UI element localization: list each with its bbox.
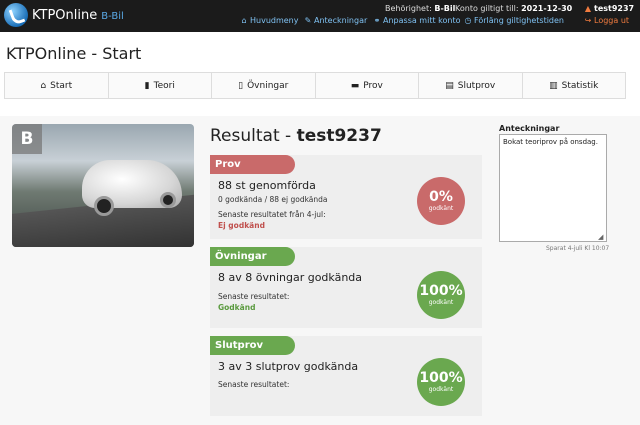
- prov-card: Prov 88 st genomförda 0 godkända / 88 ej…: [210, 155, 482, 239]
- ovningar-latest-status: Godkänd: [218, 303, 256, 312]
- edit-icon: ✎: [304, 16, 312, 25]
- behorighet-label: Behörighet:: [385, 4, 432, 13]
- brand-sub: B-Bil: [101, 11, 124, 22]
- result-title: Resultat - test9237: [210, 126, 382, 146]
- main-tabs: ⌂ Start ▮ Teori ▯ Övningar ▬ Prov ▤ Slutprov …: [4, 72, 626, 99]
- car-image: B: [12, 124, 194, 247]
- prov-count: 88 st genomförda: [218, 179, 316, 192]
- tab-teori[interactable]: ▮ Teori: [109, 73, 212, 98]
- ovningar-header[interactable]: Övningar: [210, 247, 295, 266]
- konto-value: 2021-12-30: [521, 4, 573, 13]
- konto-label: Konto giltigt till:: [455, 4, 519, 13]
- tab-start[interactable]: ⌂ Start: [5, 73, 109, 98]
- slutprov-latest-label: Senaste resultatet:: [218, 380, 290, 389]
- brand-name: KTPOnline: [32, 8, 98, 23]
- prov-header[interactable]: Prov: [210, 155, 295, 174]
- brand[interactable]: KTPOnline B-Bil: [32, 8, 124, 23]
- book-icon: ▮: [144, 80, 150, 91]
- result-prefix: Resultat -: [210, 126, 297, 146]
- anpassa-label: Anpassa mitt konto: [383, 16, 461, 25]
- prov-breakdown: 0 godkända / 88 ej godkända: [218, 195, 328, 204]
- prov-percent: 0%: [429, 189, 453, 205]
- ovningar-card: Övningar 8 av 8 övningar godkända Senast…: [210, 247, 482, 328]
- prov-latest-label: Senaste resultatet från 4-jul:: [218, 210, 326, 219]
- konto-info: Konto giltigt till: 2021-12-30: [455, 4, 572, 13]
- tab-teori-label: Teori: [153, 80, 175, 91]
- home-icon: ⌂: [241, 16, 247, 25]
- anpassa-link[interactable]: ⚭ Anpassa mitt konto: [373, 16, 461, 25]
- result-user: test9237: [296, 126, 382, 146]
- slutprov-percent-label: godkänt: [428, 386, 454, 393]
- logout-label: Logga ut: [594, 16, 630, 25]
- tab-statistik-label: Statistik: [561, 80, 599, 91]
- car-wheel: [94, 196, 114, 216]
- ktponline-logo-icon[interactable]: [4, 3, 28, 27]
- slutprov-header[interactable]: Slutprov: [210, 336, 295, 355]
- slutprov-count: 3 av 3 slutprov godkända: [218, 360, 359, 373]
- ovningar-percent-label: godkänt: [428, 299, 454, 306]
- slutprov-card: Slutprov 3 av 3 slutprov godkända Senast…: [210, 336, 482, 416]
- prov-latest-status: Ej godkänd: [218, 221, 265, 230]
- anteckningar-link[interactable]: ✎ Anteckningar: [304, 16, 368, 25]
- tab-start-label: Start: [50, 80, 73, 91]
- behorighet-info: Behörighet: B-Bil: [385, 4, 455, 13]
- huvudmeny-link[interactable]: ⌂ Huvudmeny: [240, 16, 299, 25]
- prov-percent-label: godkänt: [428, 205, 454, 212]
- anteckningar-label: Anteckningar: [314, 16, 368, 25]
- page-title: KTPOnline - Start: [6, 44, 142, 63]
- ovningar-count: 8 av 8 övningar godkända: [218, 271, 363, 284]
- car-icon: ▬: [350, 80, 360, 91]
- logout-link[interactable]: ↪ Logga ut: [584, 16, 629, 25]
- ovningar-percent: 100%: [419, 283, 463, 299]
- home-icon: ⌂: [40, 80, 47, 91]
- car-wheel: [160, 192, 176, 208]
- tab-prov[interactable]: ▬ Prov: [316, 73, 419, 98]
- ovningar-percent-circle: 100% godkänt: [417, 271, 465, 319]
- user-icon: ▲: [584, 4, 592, 13]
- forlang-link[interactable]: ◷ Förläng giltighetstiden: [464, 16, 565, 25]
- clipboard-icon: ▤: [445, 80, 454, 91]
- ovningar-latest-label: Senaste resultatet:: [218, 292, 290, 301]
- bar-chart-icon: ▥: [549, 80, 558, 91]
- behorighet-value: B-Bil: [434, 4, 456, 13]
- license-badge: B: [12, 124, 42, 154]
- logout-icon: ↪: [584, 16, 592, 25]
- top-bar: KTPOnline B-Bil Behörighet: B-Bil Konto g…: [0, 0, 640, 32]
- tab-prov-label: Prov: [363, 80, 383, 91]
- notes-label: Anteckningar: [499, 124, 560, 133]
- tab-slutprov[interactable]: ▤ Slutprov: [419, 73, 523, 98]
- tab-slutprov-label: Slutprov: [457, 80, 496, 91]
- clock-icon: ◷: [464, 16, 472, 25]
- user-name-text: test9237: [594, 4, 635, 13]
- notebook-icon: ▯: [238, 80, 244, 91]
- prov-percent-circle: 0% godkänt: [417, 177, 465, 225]
- tab-ovningar-label: Övningar: [247, 80, 289, 91]
- user-name: ▲ test9237: [584, 4, 634, 13]
- link-icon: ⚭: [373, 16, 381, 25]
- tab-statistik[interactable]: ▥ Statistik: [523, 73, 626, 98]
- notes-saved-status: Sparat 4-juli Kl 10:07: [546, 245, 610, 252]
- slutprov-percent: 100%: [419, 370, 463, 386]
- slutprov-percent-circle: 100% godkänt: [417, 358, 465, 406]
- notes-textarea[interactable]: Bokat teoriprov på onsdag.: [499, 134, 607, 242]
- huvudmeny-label: Huvudmeny: [250, 16, 299, 25]
- resize-grip-icon[interactable]: ◢: [598, 233, 603, 241]
- forlang-label: Förläng giltighetstiden: [474, 16, 565, 25]
- tab-ovningar[interactable]: ▯ Övningar: [212, 73, 316, 98]
